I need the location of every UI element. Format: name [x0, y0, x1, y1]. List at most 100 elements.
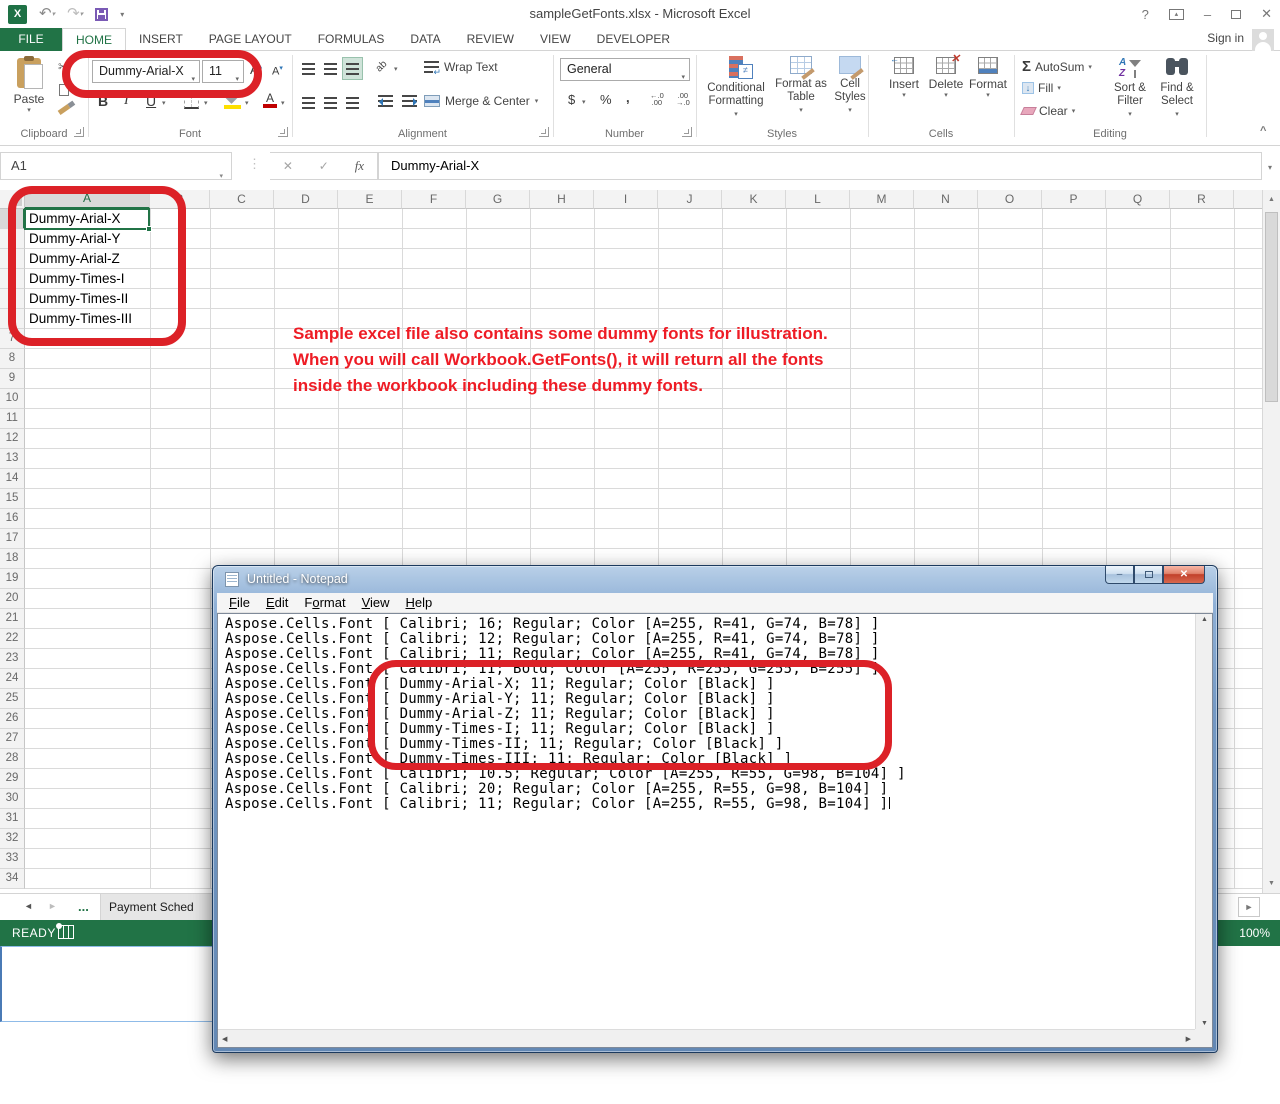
column-header-m[interactable]: M — [850, 190, 914, 209]
column-header-h[interactable]: H — [530, 190, 594, 209]
number-dialog-launcher-icon[interactable] — [682, 127, 692, 137]
tab-insert[interactable]: INSERT — [126, 28, 196, 51]
paste-button[interactable]: Paste ▾ — [6, 56, 52, 126]
number-format-dropdown[interactable]: General ▾ — [560, 58, 690, 81]
tab-view[interactable]: VIEW — [527, 28, 584, 51]
scroll-down-icon[interactable]: ▼ — [1196, 1020, 1213, 1027]
decrease-decimal-icon[interactable]: .00 →.0 — [676, 92, 690, 106]
scroll-up-icon[interactable]: ▲ — [1196, 616, 1213, 623]
tab-page-layout[interactable]: PAGE LAYOUT — [196, 28, 305, 51]
cancel-icon[interactable]: ✕ — [283, 159, 293, 173]
align-bottom-button[interactable] — [342, 57, 363, 80]
chevron-down-icon[interactable]: ▾ — [582, 98, 586, 106]
notepad-vertical-scrollbar[interactable]: ▲ ▼ — [1195, 614, 1212, 1029]
formula-input[interactable]: Dummy-Arial-X — [378, 152, 1262, 180]
delete-button[interactable]: ✕ Delete ▾ — [926, 57, 966, 99]
font-color-icon[interactable]: A — [262, 92, 278, 108]
menu-edit[interactable]: Edit — [258, 595, 296, 610]
sheet-ellipsis[interactable]: ... — [78, 899, 89, 914]
sheet-tab[interactable]: Payment Sched — [101, 894, 213, 921]
scrollbar-thumb[interactable] — [1265, 212, 1278, 402]
tab-file[interactable]: FILE — [0, 28, 62, 51]
ribbon-display-icon[interactable]: ▴ — [1169, 9, 1184, 20]
comma-button[interactable]: , — [626, 90, 630, 105]
column-header-f[interactable]: F — [402, 190, 466, 209]
menu-help[interactable]: Help — [398, 595, 441, 610]
tab-formulas[interactable]: FORMULAS — [305, 28, 398, 51]
column-header-p[interactable]: P — [1042, 190, 1106, 209]
fill-button[interactable]: ↓ Fill ▾ — [1022, 81, 1061, 95]
clear-button[interactable]: Clear ▾ — [1022, 104, 1075, 118]
notepad-horizontal-scrollbar[interactable]: ◀ ▶ — [218, 1029, 1195, 1047]
scroll-up-icon[interactable]: ▲ — [1263, 190, 1280, 209]
tab-review[interactable]: REVIEW — [454, 28, 527, 51]
notepad-minimize-icon[interactable]: – — [1105, 566, 1134, 584]
column-header-n[interactable]: N — [914, 190, 978, 209]
excel-logo-icon[interactable]: X — [8, 5, 27, 24]
horizontal-scroll-right-icon[interactable]: ► — [1238, 897, 1260, 917]
help-icon[interactable]: ? — [1142, 7, 1149, 22]
formula-bar-grip[interactable]: ⋮ — [248, 156, 261, 172]
save-icon[interactable] — [95, 8, 108, 21]
chevron-down-icon[interactable]: ▾ — [162, 99, 166, 107]
close-icon[interactable]: ✕ — [1261, 6, 1272, 22]
chevron-down-icon[interactable]: ▾ — [394, 65, 398, 73]
avatar-icon[interactable] — [1252, 29, 1274, 51]
scroll-right-icon[interactable]: ▶ — [1186, 1035, 1191, 1043]
format-painter-icon[interactable] — [58, 104, 71, 115]
redo-icon[interactable]: ↷▾ — [67, 5, 83, 24]
column-header-c[interactable]: C — [210, 190, 274, 209]
align-top-button[interactable] — [298, 57, 319, 80]
wrap-text-button[interactable]: Wrap Text — [424, 60, 498, 74]
undo-icon[interactable]: ↶▾ — [39, 5, 55, 24]
chevron-down-icon[interactable]: ▾ — [245, 99, 249, 107]
qat-customize-icon[interactable]: ▾ — [120, 10, 124, 19]
macro-record-icon[interactable] — [58, 925, 74, 939]
menu-view[interactable]: View — [354, 595, 398, 610]
clipboard-dialog-launcher-icon[interactable] — [74, 127, 84, 137]
cell-styles-button[interactable]: Cell Styles ▾ — [833, 56, 867, 117]
increase-decimal-icon[interactable]: ←.0 .00 — [650, 92, 664, 106]
notepad-maximize-icon[interactable] — [1134, 566, 1163, 584]
column-header-o[interactable]: O — [978, 190, 1042, 209]
align-center-button[interactable] — [320, 91, 341, 114]
menu-format[interactable]: Format — [296, 595, 353, 610]
column-header-q[interactable]: Q — [1106, 190, 1170, 209]
enter-icon[interactable]: ✓ — [319, 159, 329, 173]
tab-data[interactable]: DATA — [397, 28, 453, 51]
orientation-icon[interactable]: ab — [374, 59, 390, 75]
scroll-down-icon[interactable]: ▼ — [1263, 874, 1280, 893]
increase-indent-icon[interactable] — [402, 95, 417, 107]
insert-button[interactable]: ← Insert ▾ — [884, 57, 924, 99]
align-middle-button[interactable] — [320, 57, 341, 80]
name-box[interactable]: A1 ▾ — [0, 152, 232, 180]
zoom-level[interactable]: 100% — [1239, 926, 1270, 940]
insert-function-icon[interactable]: fx — [355, 158, 364, 174]
column-header-d[interactable]: D — [274, 190, 338, 209]
sheet-nav-left-icon[interactable]: ◄ — [24, 901, 33, 911]
menu-file[interactable]: File — [221, 595, 258, 610]
restore-icon[interactable] — [1231, 10, 1241, 19]
collapse-ribbon-icon[interactable]: ^ — [1260, 125, 1266, 137]
chevron-down-icon[interactable]: ▾ — [204, 99, 208, 107]
sheet-nav-right-icon[interactable]: ► — [48, 901, 57, 911]
alignment-dialog-launcher-icon[interactable] — [539, 127, 549, 137]
sort-filter-button[interactable]: AZ Sort & Filter ▾ — [1106, 56, 1154, 121]
column-header-g[interactable]: G — [466, 190, 530, 209]
minimize-icon[interactable]: – — [1204, 7, 1211, 22]
font-dialog-launcher-icon[interactable] — [278, 127, 288, 137]
sign-in-link[interactable]: Sign in — [1207, 31, 1244, 45]
column-header-k[interactable]: K — [722, 190, 786, 209]
conditional-formatting-button[interactable]: Conditional Formatting ▾ — [702, 56, 770, 121]
find-select-button[interactable]: Find & Select ▾ — [1152, 56, 1202, 121]
expand-formula-bar-icon[interactable]: ▾ — [1268, 163, 1272, 172]
format-as-table-button[interactable]: Format as Table ▾ — [771, 56, 831, 117]
chevron-down-icon[interactable]: ▾ — [281, 99, 285, 107]
column-header-l[interactable]: L — [786, 190, 850, 209]
align-left-button[interactable] — [298, 91, 319, 114]
autosum-button[interactable]: Σ AutoSum ▾ — [1022, 58, 1092, 75]
tab-home[interactable]: HOME — [62, 28, 126, 51]
notepad-close-icon[interactable]: ✕ — [1163, 566, 1205, 584]
notepad-titlebar[interactable]: Untitled - Notepad – ✕ — [213, 566, 1217, 593]
align-right-button[interactable] — [342, 91, 363, 114]
